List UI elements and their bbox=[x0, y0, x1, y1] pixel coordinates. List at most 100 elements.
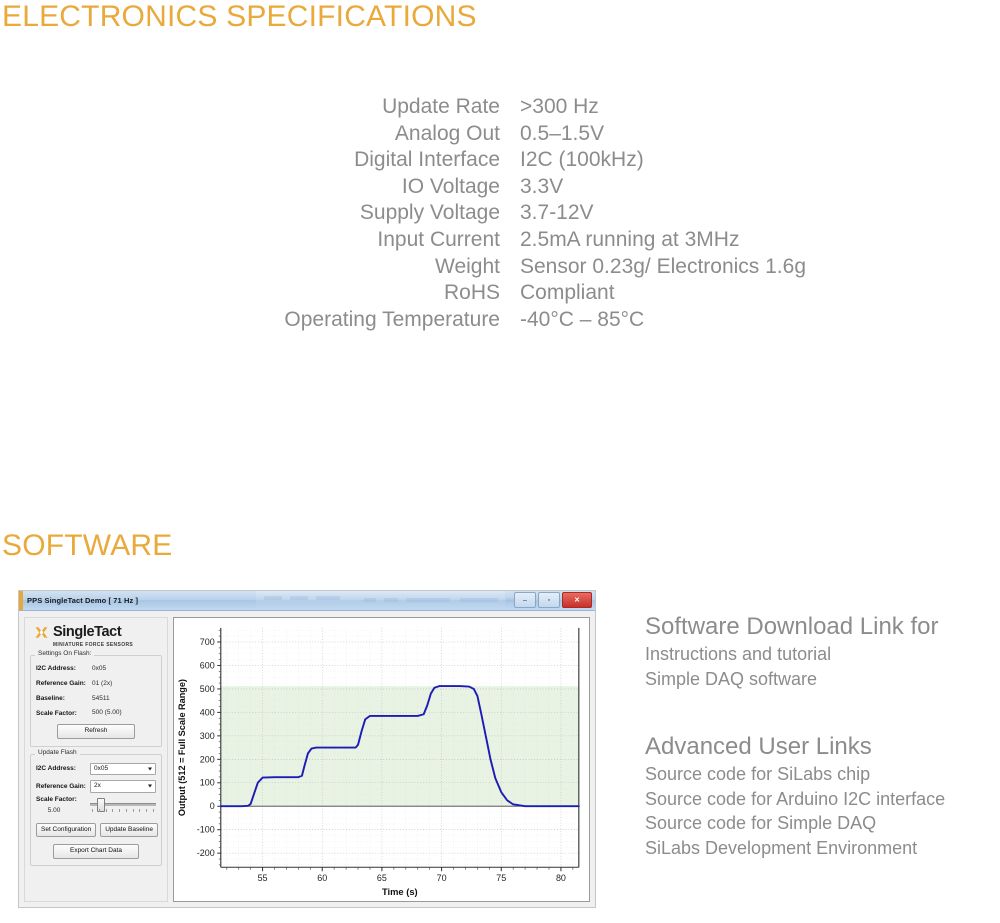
x-tick-label: 60 bbox=[317, 873, 327, 883]
field-row: I2C Address: 0x05 bbox=[36, 762, 156, 776]
field-readonly-value: 0x05 bbox=[90, 664, 156, 674]
page-title-software: SOFTWARE bbox=[2, 529, 173, 562]
spec-gutter bbox=[500, 227, 520, 254]
software-download-links: Software Download Link for Instructions … bbox=[645, 612, 938, 691]
y-tick-label: 600 bbox=[200, 661, 215, 671]
control-panel: SingleTact MINIATURE FORCE SENSORS Setti… bbox=[24, 617, 168, 902]
advanced-user-heading: Advanced User Links bbox=[645, 733, 872, 760]
settings-on-flash-group: Settings On Flash: I2C Address: 0x05 Refer… bbox=[30, 650, 162, 747]
spec-label: IO Voltage bbox=[401, 174, 500, 198]
link-item[interactable]: SiLabs Development Environment bbox=[645, 836, 945, 861]
window-controls[interactable]: – ▫ ✕ bbox=[514, 592, 592, 608]
field-row: Scale Factor: 500 (5.00) bbox=[36, 708, 156, 719]
field-label: I2C Address: bbox=[36, 765, 76, 773]
scale-factor-value: 5.00 bbox=[47, 806, 61, 814]
minimize-button[interactable]: – bbox=[514, 592, 536, 608]
spec-value: 3.3V bbox=[520, 174, 564, 198]
spec-label: Analog Out bbox=[394, 121, 500, 145]
x-axis-title: Time (s) bbox=[382, 887, 418, 897]
field-dropdown[interactable]: 0x05 bbox=[90, 762, 156, 776]
spec-value: 3.7-12V bbox=[520, 201, 594, 225]
y-tick-label: 100 bbox=[200, 778, 215, 788]
slider-ticks bbox=[92, 808, 154, 813]
singletact-logo: SingleTact bbox=[34, 625, 162, 640]
y-tick-label: 300 bbox=[200, 731, 215, 741]
spec-value: Sensor 0.23g/ Electronics 1.6g bbox=[520, 254, 807, 278]
spec-label: RoHS bbox=[443, 281, 500, 305]
output-vs-time-chart: -200 -100 0 100 200 300 400 500 600 700 55 60 65 70 75… bbox=[177, 627, 580, 897]
link-item[interactable]: Source code for SiLabs chip bbox=[645, 762, 945, 787]
spec-label: Input Current bbox=[377, 227, 500, 251]
logo-tagline: MINIATURE FORCE SENSORS bbox=[52, 642, 134, 648]
y-tick-label: 700 bbox=[200, 637, 215, 647]
spec-gutter bbox=[500, 280, 520, 307]
field-label: Reference Gain: bbox=[36, 680, 86, 688]
link-item[interactable]: Source code for Simple DAQ bbox=[645, 811, 945, 836]
spec-label: Digital Interface bbox=[354, 148, 500, 172]
app-icon bbox=[19, 591, 23, 610]
scale-factor-slider[interactable] bbox=[90, 797, 156, 816]
spec-value: 2.5mA running at 3MHz bbox=[520, 227, 740, 251]
close-icon: ✕ bbox=[574, 596, 580, 604]
y-tick-label: 500 bbox=[200, 684, 215, 694]
field-row: Reference Gain: 2x bbox=[36, 780, 156, 793]
chevron-down-icon bbox=[148, 767, 152, 771]
field-label: Reference Gain: bbox=[36, 782, 86, 790]
spec-label: Supply Voltage bbox=[359, 201, 500, 225]
set-configuration-button[interactable]: Set Configuration bbox=[36, 822, 97, 838]
spec-value: -40°C – 85°C bbox=[520, 307, 645, 331]
scale-factor-slider-row[interactable]: Scale Factor: 5.00 bbox=[36, 796, 156, 816]
spec-gutter bbox=[500, 174, 520, 201]
link-item[interactable]: Instructions and tutorial bbox=[645, 642, 938, 667]
y-tick-label: 400 bbox=[200, 707, 215, 717]
update-flash-title: Update Flash bbox=[35, 749, 80, 757]
field-dropdown[interactable]: 2x bbox=[90, 780, 156, 793]
field-row: I2C Address: 0x05 bbox=[36, 664, 156, 674]
spec-gutter bbox=[500, 94, 520, 121]
field-row: Reference Gain: 01 (2x) bbox=[36, 678, 156, 689]
output-chart-panel[interactable]: -200 -100 0 100 200 300 400 500 600 700 55 60 65 70 75… bbox=[173, 617, 590, 902]
spec-gutter bbox=[500, 147, 520, 174]
maximize-button[interactable]: ▫ bbox=[538, 592, 560, 608]
spec-gutter bbox=[500, 254, 520, 281]
spec-gutter bbox=[500, 200, 520, 227]
field-label: I2C Address: bbox=[36, 665, 76, 673]
field-row: Baseline: 54511 bbox=[36, 693, 156, 704]
minimize-icon: – bbox=[523, 596, 527, 604]
page-title-electronics: ELECTRONICS SPECIFICATIONS bbox=[2, 0, 477, 33]
y-tick-label: 200 bbox=[200, 754, 215, 764]
field-readonly-value: 500 (5.00) bbox=[90, 708, 156, 719]
link-item[interactable]: Source code for Arduino I2C interface bbox=[645, 787, 945, 812]
x-tick-label: 65 bbox=[377, 873, 387, 883]
spec-value: 0.5–1.5V bbox=[520, 121, 605, 145]
spec-label: Update Rate bbox=[382, 95, 500, 118]
window-title: PPS SingleTact Demo [ 71 Hz ] bbox=[27, 596, 139, 605]
spec-gutter bbox=[500, 307, 520, 334]
singletact-x-mark bbox=[35, 627, 48, 638]
x-tick-label: 70 bbox=[437, 873, 447, 883]
refresh-button[interactable]: Refresh bbox=[57, 724, 135, 739]
y-axis-title: Output (512 = Full Scale Range) bbox=[177, 679, 187, 816]
advanced-user-links: Advanced User Links Source code for SiLa… bbox=[645, 732, 945, 860]
close-button[interactable]: ✕ bbox=[562, 592, 592, 608]
field-label: Scale Factor: bbox=[36, 709, 77, 717]
x-tick-label: 75 bbox=[496, 873, 506, 883]
y-tick-label: -100 bbox=[197, 825, 215, 835]
update-baseline-button[interactable]: Update Baseline bbox=[100, 822, 158, 838]
scale-factor-label: Scale Factor: bbox=[36, 795, 77, 803]
x-tick-label: 55 bbox=[258, 873, 268, 883]
field-label: Baseline: bbox=[36, 694, 65, 702]
logo-wordmark: SingleTact bbox=[53, 624, 122, 641]
window-titlebar: PPS SingleTact Demo [ 71 Hz ] – ▫ ✕ bbox=[19, 591, 595, 611]
spec-value: I2C (100kHz) bbox=[520, 148, 644, 172]
export-chart-data-button[interactable]: Export Chart Data bbox=[53, 844, 139, 859]
config-button-row: Set Configuration Update Baseline bbox=[36, 822, 158, 838]
spec-value: Compliant bbox=[520, 281, 615, 305]
specifications-table: Update Rate >300 Hz Analog Out 0.5–1.5V Digi… bbox=[250, 94, 806, 333]
y-tick-label: -200 bbox=[197, 848, 215, 858]
x-tick-label: 80 bbox=[556, 873, 566, 883]
link-item[interactable]: Simple DAQ software bbox=[645, 667, 938, 692]
singletact-demo-window: PPS SingleTact Demo [ 71 Hz ] – ▫ ✕ Sing… bbox=[18, 590, 596, 908]
y-tick-label: 0 bbox=[210, 801, 215, 811]
update-flash-group: Update Flash I2C Address: 0x05 Reference G… bbox=[30, 749, 162, 866]
